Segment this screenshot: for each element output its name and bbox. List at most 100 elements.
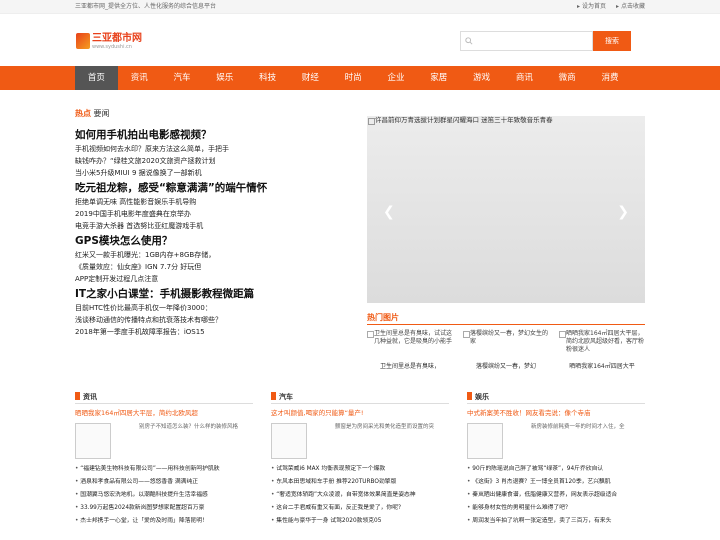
search-icon [465, 37, 473, 45]
nav-item-finance[interactable]: 财经 [289, 66, 332, 90]
nav-item-games[interactable]: 游戏 [460, 66, 503, 90]
main-nav: 首页 资讯 汽车 娱乐 科技 财经 时尚 企业 家居 游戏 商讯 微商 消费 [0, 66, 720, 90]
favorite-label: 点击收藏 [620, 3, 645, 10]
search-button[interactable]: 搜索 [593, 31, 631, 51]
article-summary: 别房子不知道怎么装？什么样的装修风格 [139, 424, 239, 430]
site-logo[interactable]: 三亚都市网 www.sydushi.cn [76, 30, 142, 52]
list-item[interactable]: 东风本田思域和车手册 推荐220TURBO劲擎版 [271, 476, 449, 489]
topic-link[interactable]: 浅谈移动通信的传播特点和抗衰落技术有哪些？ [75, 314, 361, 326]
topic-block: IT之家小白课堂：手机摄影教程微距篇 目前HTC性价比最高手机仅一年降价3000… [75, 287, 361, 338]
topic-block: GPS模块怎么使用？ 红米又一款手机曝光：1GB内存+8GB存储， 《质量效应：… [75, 234, 361, 285]
column-lead[interactable]: 晒晒我家164㎡四居大平层，简约北欧风超 [75, 408, 253, 418]
nav-item-wechat-business[interactable]: 微商 [546, 66, 589, 90]
hot-pictures: 热门图片 卫生间里总是有臭味，试试这几种益就，它是吸臭的小能手 卫生间里总是有臭… [367, 312, 645, 371]
header: 三亚都市网 www.sydushi.cn 搜索 [0, 14, 720, 66]
nav-item-consumer[interactable]: 消费 [589, 66, 632, 90]
picture-caption[interactable]: 晒晒我家164㎡四居大平 [559, 362, 645, 371]
list-item[interactable]: 试驾荣威i6 MAX 均衡表现预定下一个爆款 [271, 463, 449, 476]
nav-item-commerce[interactable]: 商讯 [503, 66, 546, 90]
list-item[interactable]: 33.99万起售2024款新岚图梦想家配置超百万豪 [75, 502, 253, 515]
picture-caption[interactable]: 卫生间里总是有臭味， [367, 362, 453, 371]
picture-image[interactable]: 卫生间里总是有臭味，试试这几种益就，它是吸臭的小能手 [367, 330, 453, 360]
column-title[interactable]: 娱乐 [475, 393, 489, 401]
topic-title[interactable]: GPS模块怎么使用？ [75, 234, 361, 249]
hot-label: 热点 [75, 109, 91, 118]
list-item[interactable]: 能够身材女性的男明星什么难得了吧？ [467, 502, 645, 515]
picture-image[interactable]: 落樱缤纷又一春，梦幻女生的家 [463, 330, 549, 360]
hot-heading: 热点 要闻 [75, 108, 110, 119]
list-item[interactable]: “奢适宽体轿跑”大众凌渡，自带宽体效果简直是姿态神 [271, 489, 449, 502]
list-item[interactable]: 秦岚晒出健康食谱，低脂健康又营养，网友表示超级适合 [467, 489, 645, 502]
site-tagline: 三亚都市网_提供全方位、人性化服务的综合信息平台 [75, 3, 217, 10]
column-auto: 汽车 这才叫颜值,喝家的只能算“量产! 颤窗是为房间采光和美化造型而设置的突 试… [271, 392, 449, 528]
topic-link[interactable]: 缺钱咋办？“绿桂文旅2020文旅资产拯救计划 [75, 155, 361, 167]
list-item[interactable]: 周润发当年拍了坑啊一张定造型，卖了三百万，有来头 [467, 515, 645, 528]
topic-link[interactable]: 当小米5升级MIUI 9 据说像换了一部新机 [75, 167, 361, 179]
article-thumbnail[interactable] [75, 423, 111, 459]
nav-item-home[interactable]: 首页 [75, 66, 118, 90]
article-summary: 新房装修前耗费一年的时间才入住，全 [531, 424, 625, 430]
category-columns: 资讯 晒晒我家164㎡四居大平层，简约北欧风超 别房子不知道怎么装？什么样的装修… [75, 392, 645, 528]
list-item[interactable]: 国潮翼马悠宏洗地机，以潮酷科技提升生活幸福感 [75, 489, 253, 502]
section-marker-icon [467, 392, 472, 400]
topic-link[interactable]: 《质量效应：仙女座》IGN 7.7分 好玩但 [75, 261, 361, 273]
nav-item-home-living[interactable]: 家居 [417, 66, 460, 90]
logo-mark-icon [76, 33, 90, 49]
star-icon: ▸ [615, 3, 619, 10]
topic-block: 如何用手机拍出电影感视频？ 手机视频如何去水印？原来方法这么简单，手把手 缺钱咋… [75, 128, 361, 179]
top-bar: 三亚都市网_提供全方位、人性化服务的综合信息平台 ▸ 设为首页 ▸ 点击收藏 [0, 0, 720, 14]
topic-title[interactable]: IT之家小白课堂：手机摄影教程微距篇 [75, 287, 361, 302]
topic-link[interactable]: 手机视频如何去水印？原来方法这么简单，手把手 [75, 143, 361, 155]
set-home-label: 设为首页 [581, 3, 606, 10]
logo-text: 三亚都市网 [92, 32, 142, 44]
picture-caption[interactable]: 落樱缤纷又一春，梦幻 [463, 362, 549, 371]
topic-link[interactable]: APP定制开发过程几点注意 [75, 273, 361, 285]
list-item[interactable]: 杰士邦携手一心堂，让「爱的及时雨」降落昆明！ [75, 515, 253, 528]
nav-item-tech[interactable]: 科技 [246, 66, 289, 90]
topic-block: 吃元祖龙粽，感受“粽意满满”的端午情怀 拒绝单调无味 高性能影音娱乐手机导购 2… [75, 181, 361, 232]
picture-card[interactable]: 卫生间里总是有臭味，试试这几种益就，它是吸臭的小能手 卫生间里总是有臭味， [367, 330, 453, 371]
list-item[interactable]: 《这街》3 肖杰退赛？王一博全员首120季，艺兴飘肌 [467, 476, 645, 489]
nav-item-entertainment[interactable]: 娱乐 [203, 66, 246, 90]
topic-title[interactable]: 吃元祖龙粽，感受“粽意满满”的端午情怀 [75, 181, 361, 196]
article-thumbnail[interactable] [467, 423, 503, 459]
column-title[interactable]: 资讯 [83, 393, 97, 401]
column-lead[interactable]: 中式新案美不胜收！网友看完说：像个寺庙 [467, 408, 645, 418]
picture-image[interactable]: 晒晒我家164㎡四居大平层，简约北欧风超级好看，客厅粉粉很迷人 [559, 330, 645, 360]
topic-link[interactable]: 电竞手游大杀器 首选努比亚红魔游戏手机 [75, 220, 361, 232]
search-input[interactable] [472, 33, 592, 49]
list-item[interactable]: 集性能与豪华于一身 试驾2020款领克05 [271, 515, 449, 528]
topic-title[interactable]: 如何用手机拍出电影感视频？ [75, 128, 361, 143]
set-home-link[interactable]: ▸ 设为首页 [577, 0, 606, 14]
column-news: 资讯 晒晒我家164㎡四居大平层，简约北欧风超 别房子不知道怎么装？什么样的装修… [75, 392, 253, 528]
article-summary: 颤窗是为房间采光和美化造型而设置的突 [335, 424, 435, 430]
column-lead[interactable]: 这才叫颜值,喝家的只能算“量产! [271, 408, 449, 418]
search-box [460, 31, 593, 51]
topic-link[interactable]: 拒绝单调无味 高性能影音娱乐手机导购 [75, 196, 361, 208]
home-icon: ▸ [576, 3, 580, 10]
article-thumbnail[interactable] [271, 423, 307, 459]
topic-link[interactable]: 红米又一款手机曝光：1GB内存+8GB存储， [75, 249, 361, 261]
chevron-left-icon[interactable]: ❮ [383, 204, 395, 220]
news-label: 要闻 [93, 109, 110, 118]
list-item[interactable]: “福建钻美生物科技有限公司”——用科技创新呵护肌肤 [75, 463, 253, 476]
slider-caption[interactable]: 许昌前仰万青选拔计划群星闪耀海口 迷笛三十年致敬音乐青春 [367, 116, 627, 125]
nav-item-business[interactable]: 企业 [375, 66, 418, 90]
nav-item-fashion[interactable]: 时尚 [332, 66, 375, 90]
topic-link[interactable]: 2019中国手机电影年度盛典在京举办 [75, 208, 361, 220]
list-item[interactable]: 酒泉和孝食品有限公司——悠悠香香 满满纯正 [75, 476, 253, 489]
picture-card[interactable]: 落樱缤纷又一春，梦幻女生的家 落樱缤纷又一春，梦幻 [463, 330, 549, 371]
topic-link[interactable]: 目前HTC性价比最高手机仅一年降价3000： [75, 302, 361, 314]
topic-link[interactable]: 2018年第一季度手机故障率报告：iOS15 [75, 326, 361, 338]
headline-topics: 如何用手机拍出电影感视频？ 手机视频如何去水印？原来方法这么简单，手把手 缺钱咋… [75, 126, 361, 338]
section-marker-icon [75, 392, 80, 400]
list-item[interactable]: 90斤的陈瑶说自己胖了被骂“绿茶”，94斤乔欣自认 [467, 463, 645, 476]
nav-item-auto[interactable]: 汽车 [161, 66, 204, 90]
picture-card[interactable]: 晒晒我家164㎡四居大平层，简约北欧风超级好看，客厅粉粉很迷人 晒晒我家164㎡… [559, 330, 645, 371]
favorite-link[interactable]: ▸ 点击收藏 [616, 0, 645, 14]
list-item[interactable]: 这台二手君威有重又有面，反正我是爱了，你呢？ [271, 502, 449, 515]
image-slider[interactable]: 许昌前仰万青选拔计划群星闪耀海口 迷笛三十年致敬音乐青春 ❮ ❯ [367, 116, 645, 303]
chevron-right-icon[interactable]: ❯ [617, 204, 629, 220]
column-title[interactable]: 汽车 [279, 393, 293, 401]
nav-item-news[interactable]: 资讯 [118, 66, 161, 90]
